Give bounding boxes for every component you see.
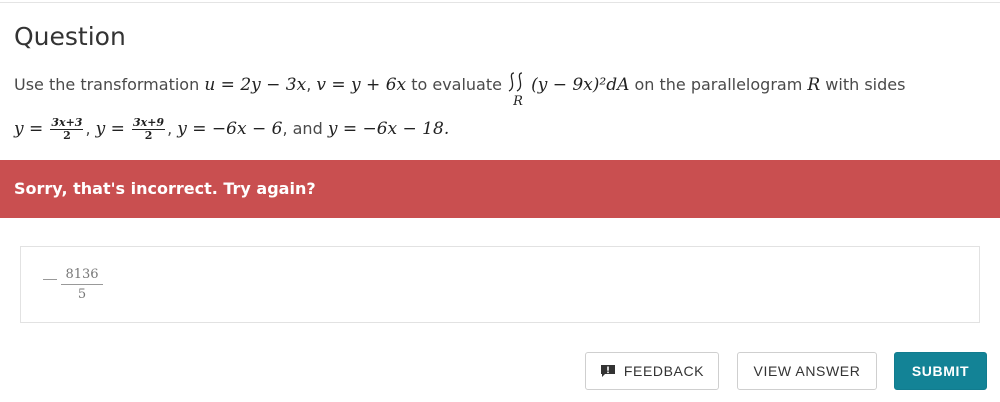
side3-equation: y = −6x − 6	[177, 119, 283, 139]
question-line-1: Use the transformation u = 2y − 3x, v = …	[14, 72, 906, 109]
view-answer-button[interactable]: VIEW ANSWER	[737, 352, 877, 390]
top-divider	[0, 2, 1000, 3]
integrand: (y − 9x)²dA	[531, 75, 630, 95]
submit-label: SUBMIT	[911, 363, 970, 379]
incorrect-feedback-banner: Sorry, that's incorrect. Try again?	[0, 160, 1000, 218]
feedback-button[interactable]: FEEDBACK	[585, 352, 719, 390]
region-symbol: R	[807, 75, 821, 95]
integral-region-subscript: R	[513, 94, 523, 109]
to-evaluate-text: to evaluate	[411, 75, 502, 94]
side2-fraction: 3x+9 2	[132, 116, 166, 142]
feedback-button-label: FEEDBACK	[623, 363, 705, 379]
answer-input[interactable]: 8136 5	[20, 246, 980, 323]
u-equation: u = 2y − 3x	[204, 75, 307, 95]
view-answer-label: VIEW ANSWER	[753, 363, 861, 379]
submit-button[interactable]: SUBMIT	[894, 352, 987, 390]
double-integral-symbol: R	[507, 72, 531, 109]
question-intro: Use the transformation	[14, 75, 200, 94]
v-equation: v = y + 6x	[316, 75, 407, 95]
feedback-icon	[600, 364, 616, 378]
answer-fraction: 8136 5	[61, 267, 103, 302]
on-parallelogram-text: on the parallelogram	[634, 75, 803, 94]
feedback-message: Sorry, that's incorrect. Try again?	[14, 179, 316, 198]
answer-minus-sign	[43, 279, 57, 280]
side1-fraction: 3x+3 2	[50, 116, 84, 142]
with-sides-text: with sides	[825, 75, 906, 94]
side4-equation: y = −6x − 18.	[327, 119, 450, 139]
section-title: Question	[14, 22, 126, 51]
question-line-2: y = 3x+3 2 , y = 3x+9 2 , y = −6x − 6, a…	[14, 116, 450, 142]
